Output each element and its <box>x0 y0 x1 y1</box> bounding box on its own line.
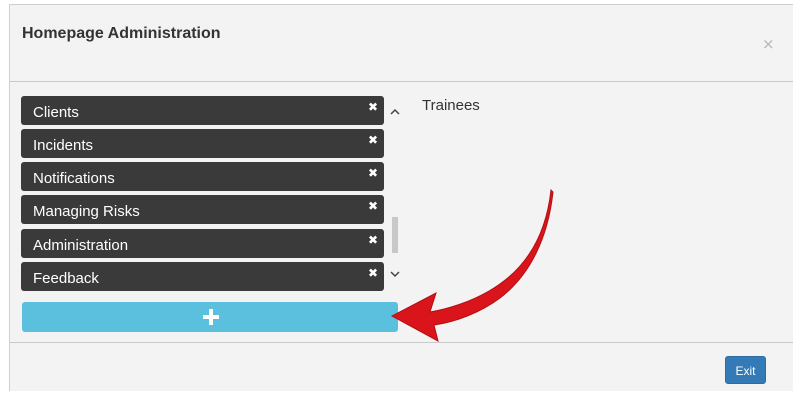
list-item[interactable]: Administration ✖ <box>21 229 384 258</box>
remove-icon[interactable]: ✖ <box>368 101 378 113</box>
modal-footer: Exit <box>10 342 793 393</box>
list-item-label: Notifications <box>33 170 115 187</box>
chevron-up-icon[interactable] <box>389 106 401 118</box>
chevron-down-icon[interactable] <box>389 268 401 280</box>
module-list: Clients ✖ Incidents ✖ Notifications ✖ Ma… <box>21 96 403 296</box>
add-item-button[interactable] <box>22 302 398 332</box>
homepage-administration-modal: Homepage Administration × Clients ✖ Inci… <box>9 4 793 391</box>
modal-header: Homepage Administration × <box>10 5 793 82</box>
list-item[interactable]: Managing Risks ✖ <box>21 195 384 224</box>
scrollbar-thumb[interactable] <box>392 217 398 253</box>
plus-icon <box>203 309 219 325</box>
remove-icon[interactable]: ✖ <box>368 134 378 146</box>
exit-button[interactable]: Exit <box>725 356 766 384</box>
modal-title: Homepage Administration <box>22 25 221 42</box>
list-item-label: Managing Risks <box>33 203 140 220</box>
list-item-label: Administration <box>33 237 129 254</box>
list-item-label: Feedback <box>33 270 99 287</box>
list-item[interactable]: Incidents ✖ <box>21 129 384 158</box>
remove-icon[interactable]: ✖ <box>368 167 378 179</box>
list-item[interactable]: Clients ✖ <box>21 96 384 125</box>
list-scrollbar[interactable] <box>387 96 403 296</box>
list-item[interactable]: Feedback ✖ <box>21 262 384 291</box>
close-icon[interactable]: × <box>762 37 775 52</box>
trainees-label: Trainees <box>422 97 480 114</box>
remove-icon[interactable]: ✖ <box>368 267 378 279</box>
remove-icon[interactable]: ✖ <box>368 234 378 246</box>
remove-icon[interactable]: ✖ <box>368 200 378 212</box>
list-item[interactable]: Notifications ✖ <box>21 162 384 191</box>
list-item-label: Incidents <box>33 137 94 154</box>
list-item-label: Clients <box>33 104 79 121</box>
